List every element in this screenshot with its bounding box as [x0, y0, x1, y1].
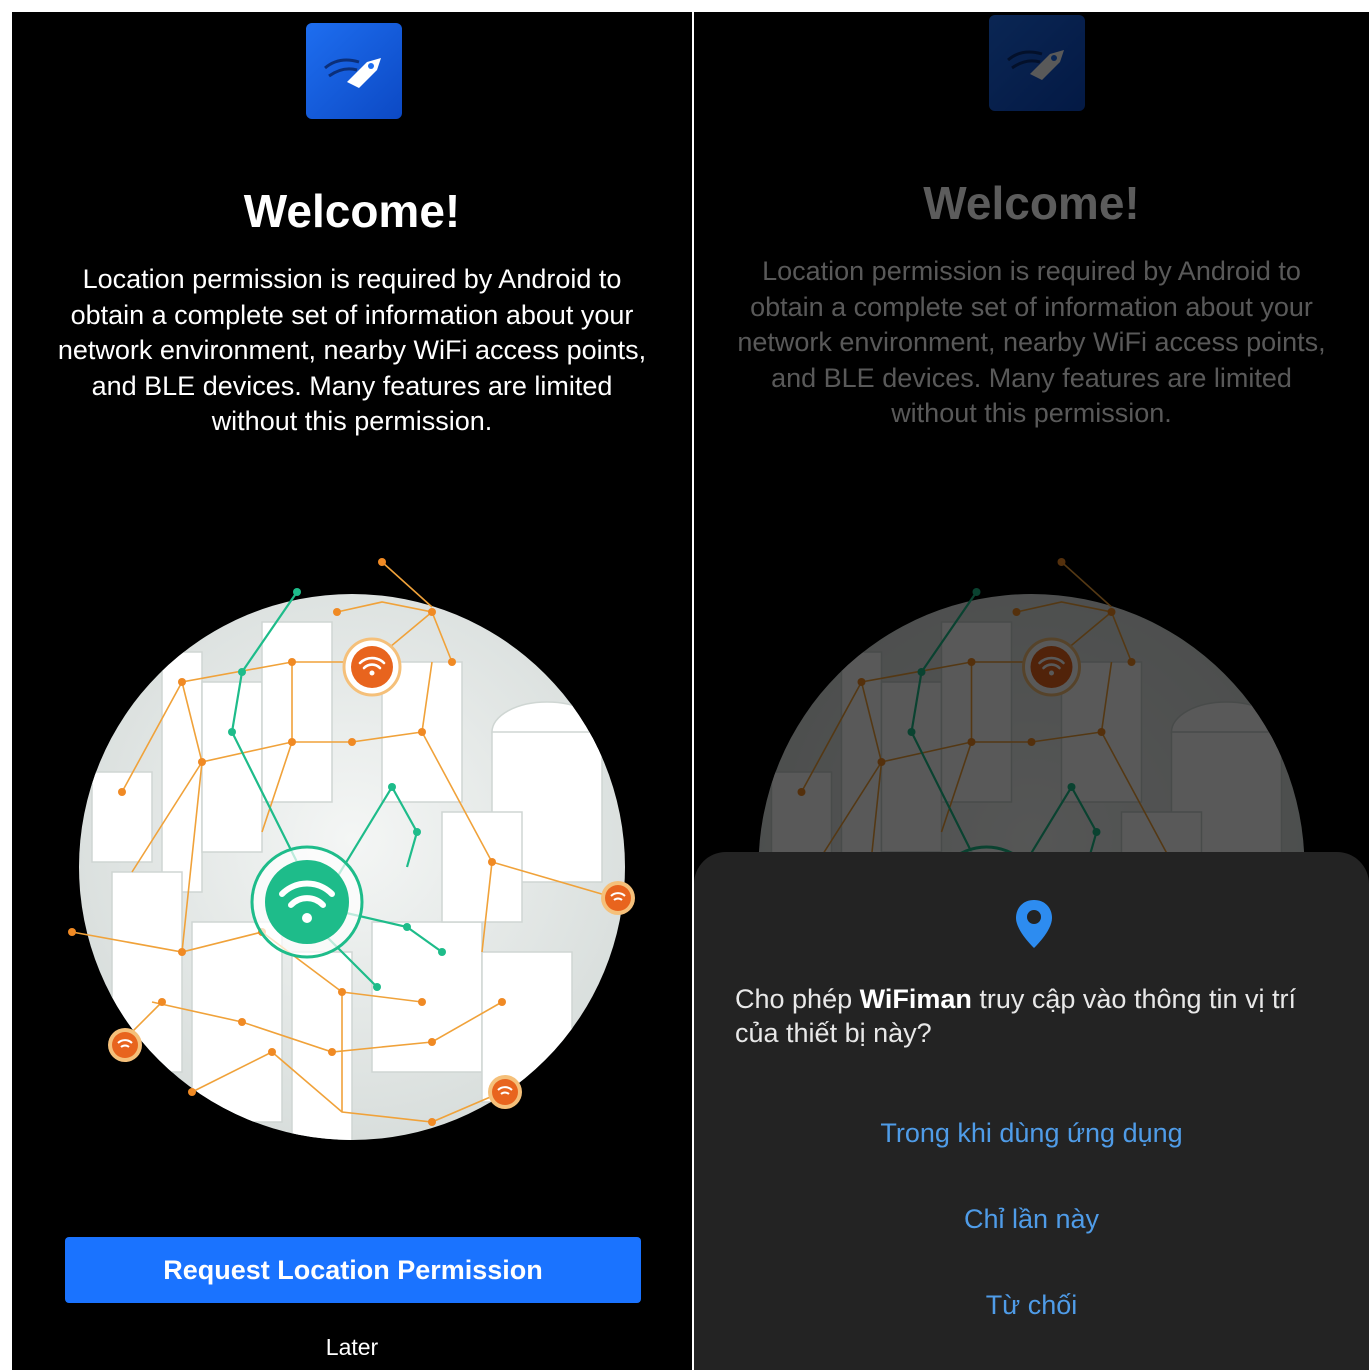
- allow-once-button[interactable]: Chỉ lần này: [694, 1204, 1369, 1235]
- dialog-question: Cho phép WiFiman truy cập vào thông tin …: [735, 982, 1333, 1050]
- question-line-2: của thiết bị này?: [735, 1018, 932, 1048]
- description-line: and BLE devices. Many features are limit…: [771, 362, 1292, 393]
- page-title: Welcome!: [243, 185, 461, 237]
- app-name: WiFiman: [859, 984, 972, 1014]
- page-title: Welcome!: [923, 177, 1140, 229]
- deny-button[interactable]: Từ chối: [694, 1290, 1369, 1321]
- description-line: Location permission is required by Andro…: [762, 256, 1301, 286]
- welcome-screen-with-dialog: Welcome! Location permission is required…: [694, 12, 1369, 1370]
- allow-while-using-button[interactable]: Trong khi dùng ứng dụng: [694, 1118, 1369, 1149]
- description-line: Location permission is required by Andro…: [82, 264, 622, 294]
- description-line: and BLE devices. Many features are limit…: [91, 370, 613, 401]
- permission-description: Location permission is required by Andro…: [714, 254, 1349, 432]
- later-link[interactable]: Later: [12, 1334, 692, 1361]
- network-city-illustration: [694, 532, 1369, 872]
- permission-description: Location permission is required by Andro…: [32, 262, 672, 440]
- location-pin-icon: [1016, 900, 1052, 948]
- location-permission-dialog: Cho phép WiFiman truy cập vào thông tin …: [694, 852, 1369, 1370]
- description-line: without this permission.: [211, 406, 493, 436]
- description-line: obtain a complete set of information abo…: [70, 299, 634, 330]
- description-line: without this permission.: [891, 398, 1172, 428]
- description-line: network environment, nearby WiFi access …: [57, 335, 647, 365]
- request-location-permission-button[interactable]: Request Location Permission: [65, 1237, 641, 1303]
- description-line: network environment, nearby WiFi access …: [737, 327, 1326, 357]
- wifiman-logo-icon: [989, 15, 1085, 111]
- description-line: obtain a complete set of information abo…: [750, 291, 1313, 322]
- welcome-screen: Welcome! Location permission is required…: [12, 12, 692, 1370]
- network-city-illustration: [12, 532, 692, 1172]
- question-prefix: Cho phép: [735, 984, 860, 1014]
- wifiman-logo-icon: [306, 23, 402, 119]
- question-suffix: truy cập vào thông tin vị trí: [971, 984, 1297, 1014]
